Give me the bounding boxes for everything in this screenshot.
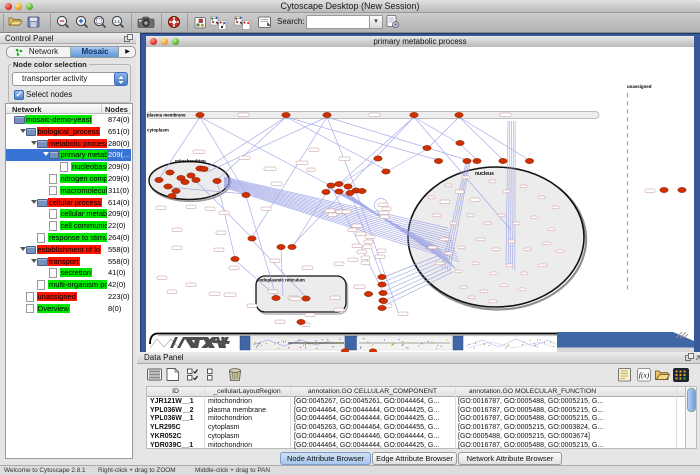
svg-text:mitochondrion: mitochondrion — [175, 159, 206, 164]
svg-text:plasma membrane: plasma membrane — [147, 113, 186, 118]
svg-text:cytoplasm: cytoplasm — [147, 128, 169, 133]
svg-text:1:1: 1:1 — [114, 19, 121, 24]
svg-text:f(x): f(x) — [639, 371, 650, 380]
svg-text:nucleus: nucleus — [475, 171, 494, 177]
svg-text:unassigned: unassigned — [627, 84, 652, 89]
svg-text:endoplasmic reticulum: endoplasmic reticulum — [257, 278, 305, 283]
